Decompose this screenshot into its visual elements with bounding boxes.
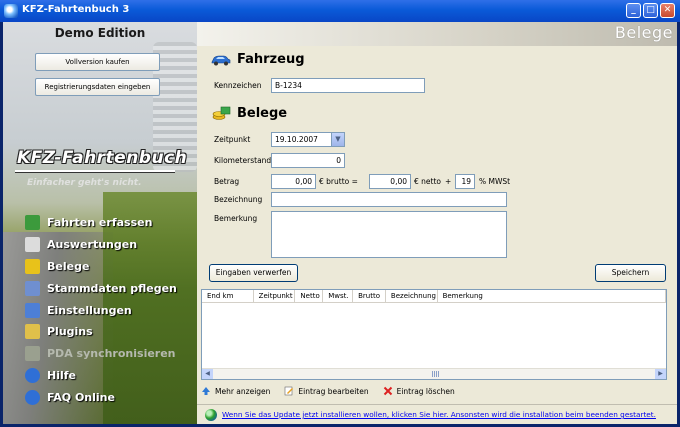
- printer-icon: [25, 237, 40, 253]
- netto-label: € netto: [414, 177, 441, 186]
- app-icon: [4, 4, 18, 18]
- globe-icon: [25, 389, 40, 405]
- scroll-thumb[interactable]: [432, 371, 440, 377]
- column-header[interactable]: End km: [202, 290, 254, 303]
- bemerkung-label: Bemerkung: [214, 214, 258, 223]
- page-header: Belege: [197, 22, 677, 46]
- logbook-icon: [25, 215, 40, 231]
- belege-title: Belege: [237, 106, 288, 121]
- checklist-icon: [25, 302, 40, 318]
- horizontal-scrollbar[interactable]: ◀ ▶: [202, 368, 666, 379]
- brand-logo: KFZ-Fahrtenbuch: [17, 148, 188, 168]
- calendar-icon: [25, 280, 40, 296]
- column-header[interactable]: Brutto: [353, 290, 386, 303]
- help-icon: [25, 367, 40, 383]
- scroll-right-icon[interactable]: ▶: [655, 369, 666, 379]
- sidebar-item-label: FAQ Online: [47, 390, 115, 404]
- sidebar-item-label: Hilfe: [47, 368, 76, 382]
- zeitpunkt-value: 19.10.2007: [275, 135, 318, 144]
- coins-icon: [212, 106, 231, 120]
- column-header[interactable]: Netto: [295, 290, 324, 303]
- sidebar-item-label: Auswertungen: [47, 238, 138, 252]
- scroll-left-icon[interactable]: ◀: [202, 369, 213, 379]
- bezeichnung-label: Bezeichnung: [214, 195, 263, 204]
- delete-entry-button[interactable]: Eintrag löschen: [383, 386, 455, 396]
- column-header[interactable]: Zeitpunkt: [254, 290, 296, 303]
- mwst-input[interactable]: 19: [455, 174, 475, 189]
- sidebar-item-pda-synchronisieren[interactable]: PDA synchronisieren: [25, 343, 195, 365]
- maximize-button[interactable]: □: [643, 3, 658, 18]
- save-button[interactable]: Speichern: [595, 264, 666, 282]
- car-icon: [211, 55, 231, 66]
- column-header[interactable]: Bemerkung: [438, 290, 666, 303]
- install-update-link[interactable]: Wenn Sie das Update jetzt installieren w…: [222, 410, 656, 419]
- sidebar-item-plugins[interactable]: Plugins: [25, 321, 195, 343]
- column-header[interactable]: Mwst.: [323, 290, 354, 303]
- sidebar-item-fahrten-erfassen[interactable]: Fahrten erfassen: [25, 212, 195, 234]
- column-header[interactable]: Bezeichnung: [386, 290, 438, 303]
- page-title: Belege: [614, 23, 673, 42]
- main-content: Belege Fahrzeug Kennzeichen B-1234 Beleg…: [197, 22, 677, 424]
- brutto-label: € brutto =: [319, 177, 358, 186]
- belege-section-title: Belege: [211, 106, 287, 121]
- fahrzeug-title: Fahrzeug: [237, 52, 305, 67]
- sidebar-item-label: Belege: [47, 259, 90, 273]
- edit-entry-label: Eintrag bearbeiten: [298, 386, 369, 396]
- sidebar-item-hilfe[interactable]: Hilfe: [25, 365, 195, 387]
- betrag-label: Betrag: [214, 177, 240, 186]
- edit-entry-button[interactable]: Eintrag bearbeiten: [284, 386, 369, 396]
- sidebar-item-label: PDA synchronisieren: [47, 347, 176, 361]
- title-bar[interactable]: KFZ-Fahrtenbuch 3 _ □ ✕: [0, 0, 680, 22]
- fahrzeug-section-title: Fahrzeug: [211, 52, 305, 67]
- update-globe-icon: [205, 408, 217, 421]
- status-bar: Wenn Sie das Update jetzt installieren w…: [197, 404, 677, 424]
- close-button[interactable]: ✕: [660, 3, 675, 18]
- buy-full-version-button[interactable]: Vollversion kaufen: [35, 53, 160, 71]
- chevron-down-icon[interactable]: ▼: [331, 133, 344, 146]
- plus-sign: +: [445, 177, 452, 186]
- netto-input[interactable]: 0,00: [369, 174, 411, 189]
- sidebar-item-label: Plugins: [47, 325, 93, 339]
- sidebar-item-label: Einstellungen: [47, 303, 132, 317]
- sidebar-item-belege[interactable]: Belege: [25, 256, 195, 278]
- edition-label: Demo Edition: [54, 26, 146, 40]
- minimize-button[interactable]: _: [626, 3, 641, 18]
- delete-entry-label: Eintrag löschen: [396, 386, 455, 396]
- discard-input-button[interactable]: Eingaben verwerfen: [209, 264, 298, 282]
- show-more-label: Mehr anzeigen: [215, 386, 271, 396]
- table-actions: Mehr anzeigen Eintrag bearbeiten Eintrag…: [201, 384, 469, 398]
- brutto-input[interactable]: 0,00: [271, 174, 316, 189]
- sidebar-item-einstellungen[interactable]: Einstellungen: [25, 299, 195, 321]
- bemerkung-textarea[interactable]: [271, 211, 507, 258]
- pda-icon: [25, 346, 40, 362]
- zeitpunkt-datepicker[interactable]: 19.10.2007 ▼: [271, 132, 345, 147]
- show-more-button[interactable]: Mehr anzeigen: [201, 386, 270, 396]
- enter-registration-button[interactable]: Registrierungsdaten eingeben: [35, 78, 160, 96]
- edit-pencil-icon: [285, 386, 294, 396]
- window-title: KFZ-Fahrtenbuch 3: [22, 4, 130, 15]
- table-header: End km Zeitpunkt Netto Mwst. Brutto Bezeichnu…: [202, 290, 666, 303]
- belege-table[interactable]: End km Zeitpunkt Netto Mwst. Brutto Bezeichnu…: [201, 289, 667, 380]
- kilometerstand-input[interactable]: 0: [271, 153, 345, 168]
- bezeichnung-input[interactable]: [271, 192, 507, 207]
- plugin-icon: [25, 324, 40, 340]
- coins-icon: [25, 258, 40, 274]
- brand-underline: [15, 170, 175, 172]
- sidebar-item-stammdaten-pflegen[interactable]: Stammdaten pflegen: [25, 277, 195, 299]
- kennzeichen-input[interactable]: B-1234: [271, 78, 425, 93]
- sidebar-item-faq-online[interactable]: FAQ Online: [25, 386, 195, 408]
- sidebar-nav: Fahrten erfassen Auswertungen Belege Stammd…: [25, 212, 195, 408]
- arrow-up-icon: [202, 387, 210, 395]
- delete-x-icon: [383, 386, 392, 396]
- zeitpunkt-label: Zeitpunkt: [214, 135, 251, 144]
- tagline: Einfacher geht's nicht.: [27, 178, 142, 188]
- mwst-label: % MWSt: [479, 177, 511, 186]
- kilometerstand-label: Kilometerstand: [214, 156, 272, 165]
- window-frame: Demo Edition Vollversion kaufen Registri…: [3, 22, 677, 424]
- sidebar-item-label: Stammdaten pflegen: [47, 281, 177, 295]
- sidebar-item-label: Fahrten erfassen: [47, 216, 153, 230]
- sidebar: Demo Edition Vollversion kaufen Registri…: [3, 22, 197, 424]
- kennzeichen-label: Kennzeichen: [214, 81, 262, 90]
- sidebar-item-auswertungen[interactable]: Auswertungen: [25, 234, 195, 256]
